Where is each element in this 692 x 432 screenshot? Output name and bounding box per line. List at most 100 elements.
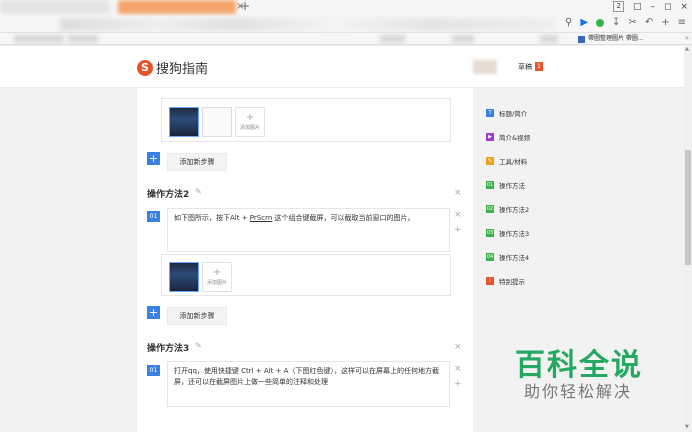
method-number-icon: 01	[486, 181, 494, 189]
sogou-logo-icon: S	[137, 59, 153, 76]
download-icon[interactable]: ↧	[612, 17, 620, 28]
menu-icon[interactable]: ≡	[678, 17, 686, 28]
delete-method-icon[interactable]: ×	[454, 342, 462, 352]
nav-item-video[interactable]: ▶ 简介&视频	[486, 132, 530, 142]
add-image-button[interactable]: + 添加图片	[235, 107, 265, 137]
nav-item-method-2[interactable]: 02 操作方法2	[486, 204, 529, 214]
insert-step-icon[interactable]: +	[454, 379, 462, 389]
logo-text: 搜狗指南	[156, 62, 209, 77]
minimize-button[interactable]: –	[650, 2, 655, 12]
nav-label: 工具/材料	[499, 158, 528, 166]
method-title[interactable]: 操作方法2	[147, 187, 189, 200]
delete-method-icon[interactable]: ×	[454, 188, 462, 198]
avatar[interactable]	[473, 60, 497, 74]
editor-main: + 添加图片 + 添加新步骤 操作方法2 ✎ × 01 如下图所示，按下Alt …	[137, 88, 473, 432]
screenshot-thumbnail[interactable]	[169, 262, 199, 292]
nav-item-method-3[interactable]: 03 操作方法3	[486, 228, 529, 238]
delete-step-icon[interactable]: ×	[454, 364, 462, 374]
warning-icon: !	[486, 277, 494, 285]
video-icon: ▶	[486, 133, 494, 141]
tools-icon: ✎	[486, 157, 494, 165]
draft-link[interactable]: 草稿	[518, 62, 532, 72]
bookmark-icon	[578, 35, 585, 43]
nav-label: 操作方法3	[499, 230, 530, 238]
scroll-up-icon[interactable]: ▲	[685, 46, 689, 52]
nav-item-tips[interactable]: ! 特别提示	[486, 276, 525, 286]
nav-item-method-4[interactable]: 04 操作方法4	[486, 252, 529, 262]
add-step-button[interactable]: 添加新步骤	[167, 307, 227, 325]
step-text: 如下图所示，按下Alt +	[174, 214, 250, 222]
step-image-card: + 添加图片	[161, 254, 451, 296]
scissors-icon[interactable]: ✂	[628, 17, 636, 28]
toolbar-icons: ⚲ ▶ ↧ ✂ ↶ + ≡	[565, 17, 686, 28]
close-window-button[interactable]: ×	[680, 2, 688, 12]
add-step-plus-button[interactable]: +	[147, 152, 160, 165]
plus-icon: +	[212, 267, 222, 278]
title-icon: T	[486, 109, 494, 117]
step-number-badge: 01	[147, 365, 160, 376]
tab-count-badge[interactable]: 2	[613, 1, 624, 12]
blurred-bookmark[interactable]	[540, 35, 558, 43]
insert-step-icon[interactable]: +	[454, 225, 462, 235]
pencil-icon[interactable]: ✎	[195, 187, 202, 196]
screenshot-thumbnail[interactable]	[169, 107, 199, 137]
nav-label: 特别提示	[499, 278, 525, 286]
step-text: 打开qq，使用快捷键 Ctrl + Alt + A（下图红色键），这样可以在屏幕…	[174, 367, 439, 386]
add-image-label: 添加图片	[239, 125, 260, 131]
window-controls: 2 □ – ◻ ×	[613, 1, 688, 12]
nav-label: 标题/简介	[499, 110, 528, 118]
play-icon[interactable]: ▶	[580, 17, 588, 28]
method-number-icon: 04	[486, 253, 494, 261]
draft-count-badge: 1	[535, 62, 543, 71]
add-image-button[interactable]: + 添加图片	[202, 262, 232, 292]
skin-icon[interactable]: □	[633, 2, 642, 12]
plus-icon[interactable]: +	[661, 17, 669, 28]
blurred-bookmark[interactable]	[380, 35, 405, 43]
site-header	[0, 46, 692, 88]
blurred-tab[interactable]	[0, 0, 110, 14]
bookmarks-more-icon[interactable]: »	[685, 34, 689, 42]
delete-step-icon[interactable]: ×	[454, 210, 462, 220]
watermark-subtitle: 助你轻松解决	[524, 382, 633, 401]
scrollbar-thumb[interactable]	[685, 150, 691, 265]
screenshot-thumbnail[interactable]	[202, 107, 232, 137]
active-tab[interactable]	[118, 0, 236, 14]
nav-label: 操作方法2	[499, 206, 530, 214]
new-tab-button[interactable]: +	[240, 0, 250, 13]
nav-item-tools[interactable]: ✎ 工具/材料	[486, 156, 527, 166]
method-title[interactable]: 操作方法3	[147, 341, 189, 354]
blurred-bookmark[interactable]	[68, 35, 98, 43]
blurred-bookmark[interactable]	[14, 35, 64, 43]
step-card: + 添加图片	[161, 98, 451, 142]
step-text: 这个组合键截屏，可以截取当前窗口的图片。	[272, 214, 415, 222]
browser-titlebar: × + 2 □ – ◻ ×	[0, 0, 692, 16]
green-dot-icon[interactable]	[596, 18, 605, 27]
add-step-plus-button[interactable]: +	[147, 306, 160, 319]
pencil-icon[interactable]: ✎	[195, 341, 202, 350]
bookmark-label: 帶圖整理圖片 帶圖...	[588, 35, 644, 42]
site-logo[interactable]: S 搜狗指南	[137, 58, 208, 77]
nav-label: 简介&视频	[499, 134, 531, 142]
search-icon[interactable]: ⚲	[565, 17, 572, 28]
bookmark-item[interactable]: 帶圖整理圖片 帶圖...	[578, 33, 644, 45]
add-step-button[interactable]: 添加新步骤	[167, 153, 227, 171]
blurred-bookmark[interactable]	[452, 35, 474, 43]
undo-icon[interactable]: ↶	[645, 17, 653, 28]
step-number-badge: 01	[147, 211, 160, 222]
bookmarks-bar: 帶圖整理圖片 帶圖... »	[0, 33, 692, 45]
nav-item-method-1[interactable]: 01 操作方法	[486, 180, 525, 190]
nav-label: 操作方法4	[499, 254, 530, 262]
address-bar[interactable]	[60, 18, 555, 31]
method-number-icon: 02	[486, 205, 494, 213]
method-number-icon: 03	[486, 229, 494, 237]
step-text-editor[interactable]: 如下图所示，按下Alt + PrScrn 这个组合键截屏，可以截取当前窗口的图片…	[167, 208, 450, 252]
add-image-label: 添加图片	[206, 280, 227, 286]
scroll-down-icon[interactable]: ▼	[685, 424, 689, 430]
browser-toolbar: ⚲ ▶ ↧ ✂ ↶ + ≡	[0, 16, 692, 33]
maximize-button[interactable]: ◻	[664, 2, 671, 12]
step-text-editor[interactable]: 打开qq，使用快捷键 Ctrl + Alt + A（下图红色键），这样可以在屏幕…	[167, 361, 450, 407]
nav-label: 操作方法	[499, 182, 525, 190]
plus-icon: +	[245, 112, 255, 123]
nav-item-title[interactable]: T 标题/简介	[486, 108, 527, 118]
step-text-underlined: PrScrn	[249, 214, 273, 222]
